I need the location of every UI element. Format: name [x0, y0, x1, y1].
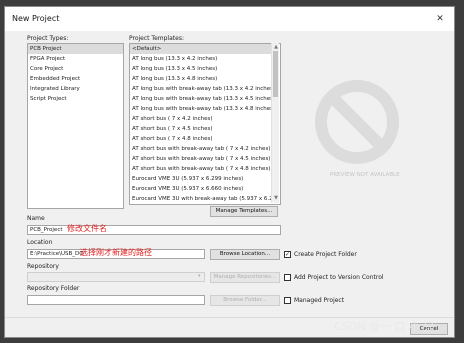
project-template-item[interactable]: AT short bus with break-away tab ( 7 x 4…	[130, 164, 271, 174]
project-templates-list: <Default> AT long bus (13.3 x 4.2 inches)…	[130, 44, 271, 204]
managed-project-checkbox[interactable]	[284, 297, 291, 304]
project-template-item[interactable]: AT long bus with break-away tab (13.3 x …	[130, 94, 271, 104]
project-type-item[interactable]: PCB Project	[28, 44, 123, 54]
watermark: CSDN @一 口 小 只	[334, 320, 435, 333]
repository-select[interactable]	[27, 272, 205, 282]
templates-scrollbar[interactable]: ▲ ▼	[271, 43, 279, 203]
project-type-item[interactable]: Script Project	[28, 94, 123, 104]
project-template-item[interactable]: <Default>	[130, 44, 271, 54]
location-label: Location	[27, 239, 53, 246]
scrollbar-thumb[interactable]	[273, 51, 278, 97]
project-template-item[interactable]: Eurocard VME 3U (5.937 x 6.299 inches)	[130, 174, 271, 184]
scroll-up-icon[interactable]: ▲	[272, 43, 280, 51]
project-template-item[interactable]: AT short bus with break-away tab ( 7 x 4…	[130, 144, 271, 154]
dialog-title: New Project	[12, 14, 60, 23]
browse-folder-button[interactable]: Browse Folder...	[210, 295, 280, 306]
project-type-item[interactable]: Core Project	[28, 64, 123, 74]
project-type-item[interactable]: Integrated Library	[28, 84, 123, 94]
repository-folder-input[interactable]	[27, 295, 205, 305]
project-template-item[interactable]: AT long bus with break-away tab (13.3 x …	[130, 84, 271, 94]
name-input[interactable]: PCB_Project	[27, 225, 281, 235]
project-templates-label: Project Templates:	[129, 35, 184, 42]
chevron-down-icon: ▾	[198, 273, 201, 279]
manage-templates-button[interactable]: Manage Templates...	[210, 206, 278, 217]
name-label: Name	[27, 215, 45, 222]
add-to-version-control-label: Add Project to Version Control	[294, 274, 384, 281]
project-template-item[interactable]: AT long bus (13.3 x 4.5 inches)	[130, 64, 271, 74]
no-entry-icon	[315, 80, 399, 164]
project-templates-listbox[interactable]: <Default> AT long bus (13.3 x 4.2 inches)…	[129, 43, 281, 205]
project-template-item[interactable]: AT short bus ( 7 x 4.2 inches)	[130, 114, 271, 124]
project-type-item[interactable]: Embedded Project	[28, 74, 123, 84]
project-types-list[interactable]: PCB Project FPGA Project Core Project Embed…	[27, 43, 124, 209]
project-template-item[interactable]: AT long bus (13.3 x 4.2 inches)	[130, 54, 271, 64]
preview-caption: PREVIEW NOT AVAILABLE	[330, 172, 400, 178]
create-project-folder-label: Create Project Folder	[294, 251, 357, 258]
location-annotation: 选择刚才新建的路径	[80, 248, 152, 257]
manage-repositories-button[interactable]: Manage Repositories...	[210, 272, 280, 283]
name-annotation: 修改文件名	[67, 224, 107, 233]
browse-location-button[interactable]: Browse Location...	[210, 249, 280, 260]
managed-project-label: Managed Project	[294, 297, 345, 304]
project-template-item[interactable]: Eurocard VME 3U with break-away tab (5.9…	[130, 194, 271, 204]
scroll-down-icon[interactable]: ▼	[272, 194, 280, 202]
title-bar: New Project ✕	[5, 7, 454, 31]
project-template-item[interactable]: AT short bus ( 7 x 4.8 inches)	[130, 134, 271, 144]
project-template-item[interactable]: Eurocard VME 3U (5.937 x 6.660 inches)	[130, 184, 271, 194]
create-project-folder-checkbox[interactable]: ✓	[284, 251, 291, 258]
project-template-item[interactable]: AT long bus (13.3 x 4.8 inches)	[130, 74, 271, 84]
repository-folder-label: Repository Folder	[27, 285, 80, 292]
project-type-item[interactable]: FPGA Project	[28, 54, 123, 64]
close-icon[interactable]: ✕	[432, 11, 448, 27]
new-project-dialog: New Project ✕ Project Types: PCB Project…	[4, 6, 455, 338]
project-types-label: Project Types:	[27, 35, 69, 42]
project-template-item[interactable]: AT long bus with break-away tab (13.3 x …	[130, 104, 271, 114]
project-template-item[interactable]: AT short bus with break-away tab ( 7 x 4…	[130, 154, 271, 164]
repository-label: Repository	[27, 263, 59, 270]
project-template-item[interactable]: AT short bus ( 7 x 4.5 inches)	[130, 124, 271, 134]
add-to-version-control-checkbox[interactable]	[284, 274, 291, 281]
